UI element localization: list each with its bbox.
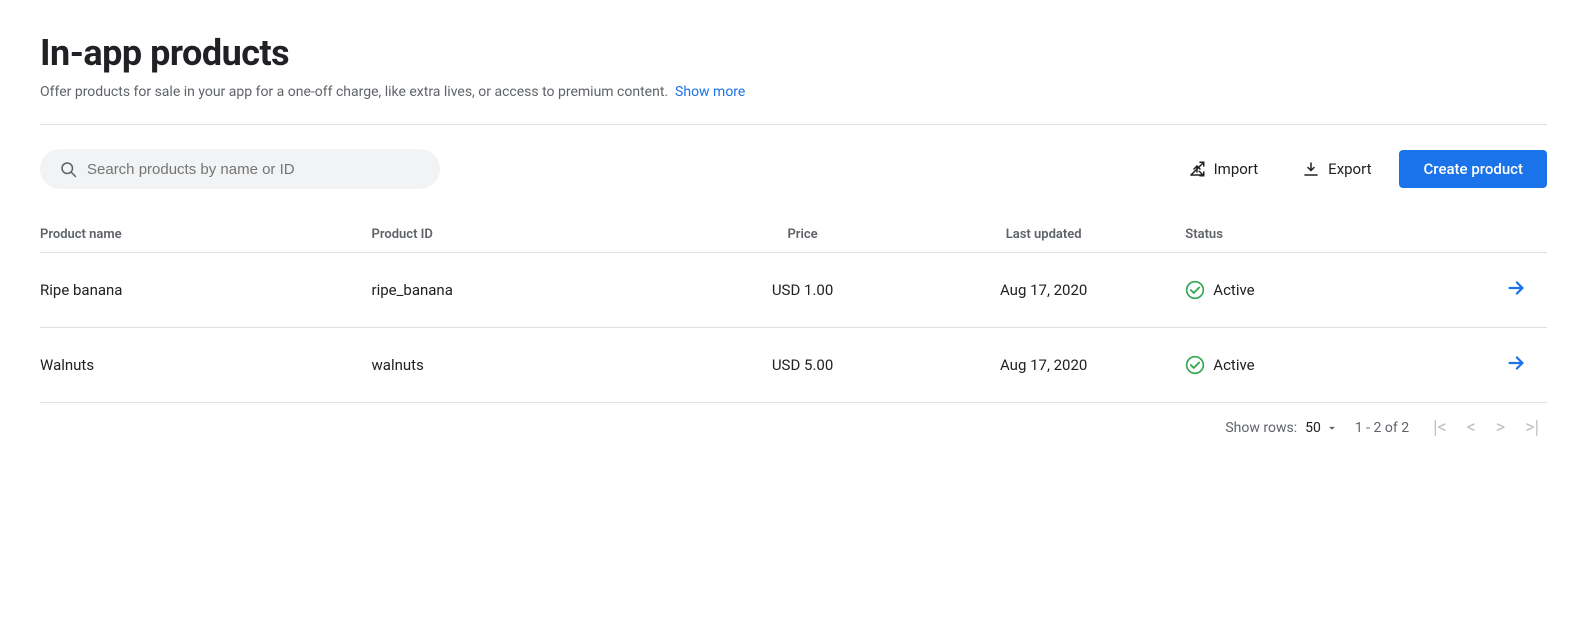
status-label: Active — [1213, 356, 1254, 374]
show-rows-label: Show rows: — [1225, 420, 1297, 436]
prev-page-button[interactable]: < — [1459, 415, 1484, 441]
import-label: Import — [1214, 160, 1259, 178]
pagination-controls: |< < > >| — [1425, 415, 1547, 441]
status-active-icon — [1185, 355, 1205, 375]
col-header-name: Product name — [40, 217, 372, 253]
col-header-price: Price — [703, 217, 914, 253]
arrow-right-icon — [1505, 352, 1527, 374]
status-label: Active — [1213, 281, 1254, 299]
search-input[interactable] — [87, 161, 421, 178]
cell-updated: Aug 17, 2020 — [914, 253, 1185, 328]
last-page-button[interactable]: >| — [1517, 415, 1547, 441]
table-row: Ripe banana ripe_banana USD 1.00 Aug 17,… — [40, 253, 1547, 328]
show-rows-control: Show rows: 50 — [1225, 420, 1338, 436]
page-title: In-app products — [40, 32, 1547, 74]
table-row: Walnuts walnuts USD 5.00 Aug 17, 2020 Ac… — [40, 328, 1547, 403]
first-page-button[interactable]: |< — [1425, 415, 1455, 441]
products-table: Product name Product ID Price Last updat… — [40, 217, 1547, 403]
cell-product-id: walnuts — [372, 328, 704, 403]
show-more-link[interactable]: Show more — [675, 84, 745, 100]
col-header-id: Product ID — [372, 217, 704, 253]
cell-updated: Aug 17, 2020 — [914, 328, 1185, 403]
cell-arrow — [1426, 328, 1547, 403]
pagination-info: 1 - 2 of 2 — [1355, 420, 1409, 436]
dropdown-icon — [1325, 421, 1339, 435]
export-label: Export — [1328, 160, 1371, 178]
cell-price: USD 5.00 — [703, 328, 914, 403]
rows-per-page-selector[interactable]: 50 — [1305, 420, 1339, 436]
cell-name: Walnuts — [40, 328, 372, 403]
col-header-updated: Last updated — [914, 217, 1185, 253]
import-icon — [1188, 160, 1206, 178]
row-detail-button[interactable] — [1497, 348, 1535, 382]
export-icon — [1302, 160, 1320, 178]
status-active-icon — [1185, 280, 1205, 300]
col-header-status: Status — [1185, 217, 1426, 253]
page-subtitle: Offer products for sale in your app for … — [40, 84, 1547, 100]
arrow-right-icon — [1505, 277, 1527, 299]
cell-name: Ripe banana — [40, 253, 372, 328]
cell-arrow — [1426, 253, 1547, 328]
create-product-button[interactable]: Create product — [1399, 150, 1547, 188]
toolbar: Import Export Create product — [40, 149, 1547, 189]
table-footer: Show rows: 50 1 - 2 of 2 |< < > >| — [40, 403, 1547, 441]
import-button[interactable]: Import — [1172, 152, 1275, 186]
section-divider — [40, 124, 1547, 125]
next-page-button[interactable]: > — [1488, 415, 1513, 441]
cell-status: Active — [1185, 328, 1426, 403]
search-box — [40, 149, 440, 189]
cell-price: USD 1.00 — [703, 253, 914, 328]
rows-value: 50 — [1305, 420, 1321, 436]
cell-status: Active — [1185, 253, 1426, 328]
export-button[interactable]: Export — [1286, 152, 1387, 186]
search-icon — [59, 160, 77, 178]
row-detail-button[interactable] — [1497, 273, 1535, 307]
cell-product-id: ripe_banana — [372, 253, 704, 328]
